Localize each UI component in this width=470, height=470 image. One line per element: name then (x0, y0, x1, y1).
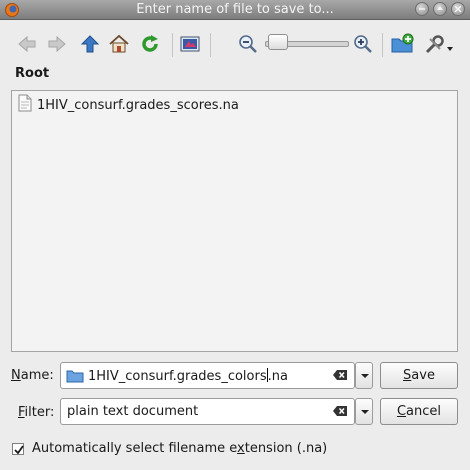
save-button[interactable]: Save (380, 362, 458, 389)
filter-value: plain text document (67, 404, 199, 419)
auto-extension-mnemonic: x (237, 441, 245, 456)
auto-extension-label[interactable]: Automatically select filename extension … (32, 441, 327, 456)
list-item[interactable]: 1HIV_consurf.grades_scores.na (17, 94, 239, 116)
close-icon (454, 5, 462, 13)
cancel-label: ancel (406, 404, 442, 419)
up-arrow-icon[interactable] (79, 33, 101, 55)
toolbar-separator (172, 33, 173, 57)
filter-label-text: ilter: (24, 405, 55, 420)
auto-extension-checkbox[interactable] (12, 443, 24, 455)
clear-text-icon[interactable] (332, 369, 348, 385)
file-list[interactable]: 1HIV_consurf.grades_scores.na (11, 90, 458, 352)
filename-dropdown-button[interactable] (355, 362, 373, 389)
filename-extension: .na (267, 369, 288, 384)
filter-label: Filter: (18, 405, 54, 420)
new-folder-icon[interactable] (391, 33, 414, 55)
zoom-in-icon[interactable] (352, 33, 374, 55)
auto-extension-text-end: tension (.na) (244, 441, 328, 456)
maximize-button[interactable] (433, 2, 447, 16)
toolbar-separator (210, 33, 211, 57)
cancel-button[interactable]: Cancel (380, 398, 458, 425)
toolbar (0, 25, 470, 63)
name-label-text: ame: (20, 368, 54, 383)
filename-text: 1HIV_consurf.grades_colors (88, 369, 267, 384)
name-label: Name: (11, 368, 54, 383)
cancel-mnemonic: C (396, 404, 407, 419)
filter-select[interactable]: plain text document (60, 398, 355, 425)
close-button[interactable] (451, 2, 465, 16)
folder-icon (66, 369, 84, 387)
minimize-button[interactable] (415, 2, 429, 16)
save-label: ave (411, 368, 435, 383)
toolbar-separator (382, 33, 383, 57)
reload-icon[interactable] (139, 33, 161, 55)
clear-text-icon[interactable] (332, 405, 348, 421)
name-label-mnemonic: N (11, 368, 21, 383)
maximize-icon (437, 6, 443, 10)
zoom-out-icon[interactable] (237, 33, 259, 55)
tools-icon[interactable] (424, 33, 456, 55)
file-name: 1HIV_consurf.grades_scores.na (37, 97, 239, 113)
image-preview-icon[interactable] (179, 33, 201, 55)
zoom-slider-handle[interactable] (268, 34, 289, 50)
title-bar[interactable]: Enter name of file to save to... (0, 0, 470, 20)
back-arrow-icon[interactable] (16, 33, 38, 55)
window-title: Enter name of file to save to... (136, 2, 334, 17)
location-label: Root (15, 66, 50, 81)
minimize-icon (419, 8, 425, 10)
checkmark-icon (14, 445, 24, 455)
filter-dropdown-button[interactable] (355, 398, 373, 425)
home-icon[interactable] (108, 33, 130, 55)
auto-extension-text: Automatically select filename e (32, 441, 238, 456)
forward-arrow-icon[interactable] (46, 33, 68, 55)
filename-input[interactable]: 1HIV_consurf.grades_colors.na (60, 362, 355, 389)
text-file-icon (17, 94, 33, 116)
filename-value[interactable]: 1HIV_consurf.grades_colors.na (88, 368, 288, 384)
